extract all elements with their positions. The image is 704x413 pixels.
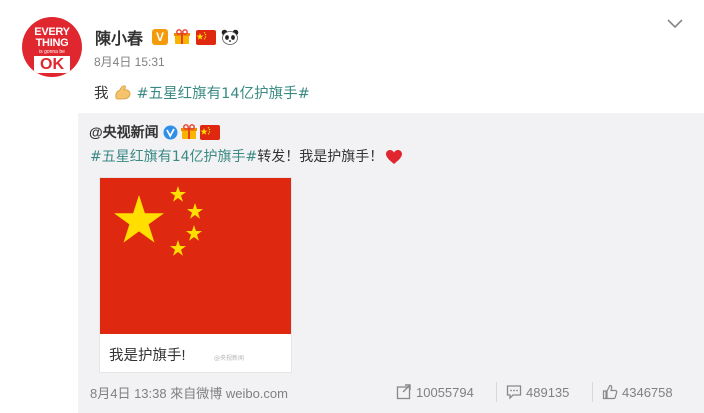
repost-hashtag[interactable]: #五星红旗有14亿护旗手#	[90, 148, 257, 166]
forward-count: 10055794	[416, 384, 474, 400]
verified-icon[interactable]: V	[152, 29, 169, 45]
china-flag-icon	[199, 125, 220, 140]
avatar[interactable]: EVERY THING is gonna be OK	[22, 17, 82, 77]
post-text-prefix: 我	[94, 85, 109, 102]
gift-icon[interactable]	[173, 29, 191, 45]
panda-icon	[221, 29, 239, 45]
comment-count: 489135	[526, 384, 570, 400]
avatar-text-line-4: OK	[34, 56, 70, 73]
weibo-post: EVERY THING is gonna be OK 陳小春 V 8月4日 15…	[0, 0, 704, 413]
forward-button[interactable]: 10055794	[396, 383, 474, 401]
reposted-card: @央视新闻 #五星红旗有14亿护旗手# 转发！我是护旗手！ 我是护旗手! @央视…	[78, 113, 704, 413]
post-text: 我 #五星红旗有14亿护旗手#	[94, 81, 310, 103]
repost-text: #五星红旗有14亿护旗手# 转发！我是护旗手！	[90, 148, 403, 166]
like-count: 4346758	[622, 384, 673, 400]
stats-divider	[496, 382, 497, 402]
gift-icon[interactable]	[180, 124, 198, 140]
forward-icon	[396, 384, 411, 400]
china-flag-icon	[196, 30, 217, 45]
repost-image[interactable]: 我是护旗手! @央视新闻	[99, 177, 292, 373]
comment-button[interactable]: 489135	[506, 383, 569, 401]
verified-icon[interactable]	[163, 125, 178, 140]
comment-icon	[506, 385, 522, 400]
author-row: 陳小春 V	[95, 26, 239, 48]
post-hashtag[interactable]: #五星红旗有14亿护旗手#	[137, 82, 310, 103]
like-icon	[602, 384, 618, 400]
image-watermark: @央视新闻	[214, 355, 245, 362]
china-flag-image	[100, 178, 291, 334]
flexed-biceps-icon	[113, 83, 133, 101]
repost-author-row: @央视新闻	[89, 123, 220, 141]
avatar-text-line-3: is gonna be	[39, 49, 65, 55]
avatar-text-line-2: THING	[35, 37, 69, 49]
repost-time-source[interactable]: 8月4日 13:38 來自微博 weibo.com	[90, 383, 288, 402]
post-time[interactable]: 8月4日 15:31	[94, 53, 165, 70]
author-name[interactable]: 陳小春	[95, 25, 143, 49]
repost-text-body: 转发！我是护旗手！	[257, 149, 384, 165]
repost-author[interactable]: @央视新闻	[89, 122, 159, 142]
heart-icon	[385, 149, 403, 165]
like-button[interactable]: 4346758	[602, 383, 673, 401]
image-caption: 我是护旗手!	[109, 348, 186, 364]
stats-divider	[592, 382, 593, 402]
chevron-down-icon[interactable]	[665, 16, 685, 30]
